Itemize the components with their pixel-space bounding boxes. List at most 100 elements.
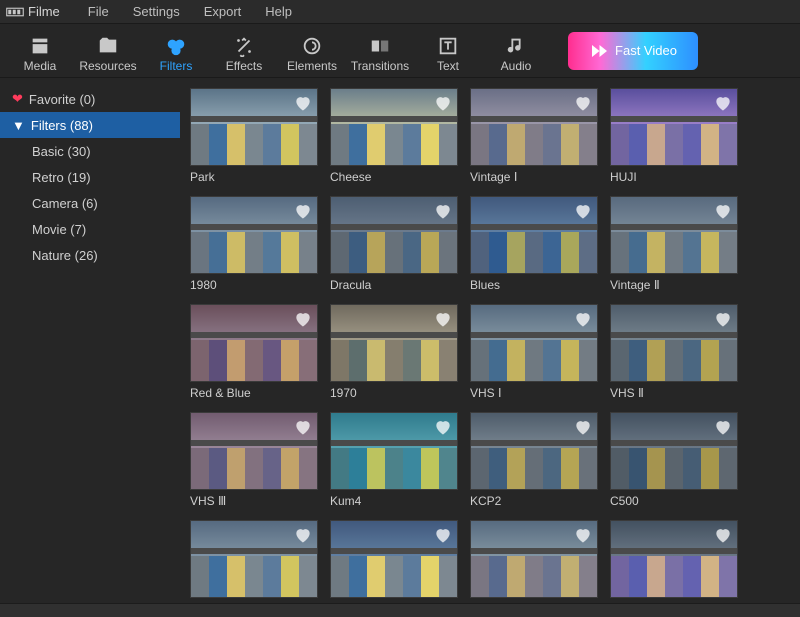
favorite-heart-icon[interactable] [713,417,733,437]
filter-card-cheese: Cheese [330,88,458,190]
favorite-heart-icon[interactable] [293,525,313,545]
filter-label [610,598,738,602]
favorite-heart-icon[interactable] [713,309,733,329]
filter-thumb[interactable] [330,412,458,490]
filter-thumb[interactable] [330,520,458,598]
sidebar-item-retro[interactable]: Retro (19) [0,164,180,190]
tab-effects[interactable]: Effects [210,23,278,77]
tab-media[interactable]: Media [6,23,74,77]
favorite-heart-icon[interactable] [433,201,453,221]
filter-thumb[interactable] [190,412,318,490]
favorite-heart-icon[interactable] [573,201,593,221]
filter-label: VHS Ⅱ [610,382,738,400]
filter-label: VHS Ⅲ [190,490,318,508]
menu-file[interactable]: File [76,2,121,21]
sidebar-item-movie[interactable]: Movie (7) [0,216,180,242]
tab-transitions[interactable]: Transitions [346,23,414,77]
filter-label: Vintage Ⅱ [610,274,738,292]
tab-filters[interactable]: Filters [142,23,210,77]
filter-label: KCP2 [470,490,598,508]
caret-down-icon: ▼ [12,118,25,133]
menu-settings[interactable]: Settings [121,2,192,21]
filter-thumb[interactable] [470,412,598,490]
favorite-heart-icon[interactable] [433,525,453,545]
filter-thumb[interactable] [470,520,598,598]
favorite-heart-icon[interactable] [433,417,453,437]
bottom-strip [0,603,800,617]
filter-thumb[interactable] [610,520,738,598]
favorite-heart-icon[interactable] [713,525,733,545]
filter-thumb[interactable] [190,196,318,274]
favorite-heart-icon[interactable] [713,201,733,221]
tab-resources[interactable]: Resources [74,23,142,77]
filter-label: Kum4 [330,490,458,508]
favorite-heart-icon[interactable] [573,93,593,113]
sidebar-filters-header[interactable]: ▼ Filters (88) [0,112,180,138]
tab-elements[interactable]: Elements [278,23,346,77]
tab-label: Filters [160,59,193,73]
filter-thumb[interactable] [330,196,458,274]
filter-label: HUJI [610,166,738,184]
filter-label: Vintage Ⅰ [470,166,598,184]
filter-thumb[interactable] [190,304,318,382]
sidebar-favorite-label: Favorite (0) [29,92,95,107]
filter-card-1970: 1970 [330,304,458,406]
filter-label: C500 [610,490,738,508]
filter-thumb[interactable] [330,304,458,382]
filter-thumb[interactable] [610,304,738,382]
filter-card-extra2 [330,520,458,603]
filter-thumb[interactable] [470,196,598,274]
tab-label: Media [24,59,57,73]
favorite-heart-icon[interactable] [573,525,593,545]
transitions-icon [369,35,391,57]
filter-label [190,598,318,602]
filter-card-1980: 1980 [190,196,318,298]
sidebar-item-basic[interactable]: Basic (30) [0,138,180,164]
audio-icon [505,35,527,57]
favorite-heart-icon[interactable] [573,309,593,329]
favorite-heart-icon[interactable] [293,309,313,329]
filter-thumb[interactable] [610,196,738,274]
filter-card-vhs2: VHS Ⅱ [610,304,738,406]
favorite-heart-icon[interactable] [293,417,313,437]
tab-label: Text [437,59,459,73]
filter-thumb[interactable] [470,88,598,166]
tab-audio[interactable]: Audio [482,23,550,77]
favorite-heart-icon[interactable] [573,417,593,437]
menu-export[interactable]: Export [192,2,254,21]
filters-grid: ParkCheeseVintage ⅠHUJI1980DraculaBluesV… [180,78,800,603]
filter-thumb[interactable] [190,88,318,166]
fast-video-button[interactable]: Fast Video [568,32,698,70]
sidebar-filters-label: Filters (88) [31,118,93,133]
sidebar-item-camera[interactable]: Camera (6) [0,190,180,216]
tab-label: Elements [287,59,337,73]
filter-thumb[interactable] [610,88,738,166]
text-icon [437,35,459,57]
heart-icon: ❤ [12,91,23,107]
filter-thumb[interactable] [190,520,318,598]
app-name: Filme [28,4,60,19]
app-logo: Filme [6,4,60,19]
sidebar-item-nature[interactable]: Nature (26) [0,242,180,268]
tab-text[interactable]: Text [414,23,482,77]
filter-label: VHS Ⅰ [470,382,598,400]
menu-bar: Filme FileSettingsExportHelp [0,0,800,24]
sidebar-favorite[interactable]: ❤ Favorite (0) [0,86,180,112]
filter-card-vhs3: VHS Ⅲ [190,412,318,514]
filter-thumb[interactable] [330,88,458,166]
menu-help[interactable]: Help [253,2,304,21]
favorite-heart-icon[interactable] [713,93,733,113]
filter-thumb[interactable] [610,412,738,490]
filter-thumb[interactable] [470,304,598,382]
filter-card-huji: HUJI [610,88,738,190]
favorite-heart-icon[interactable] [433,309,453,329]
filter-label [330,598,458,602]
filter-card-blues: Blues [470,196,598,298]
favorite-heart-icon[interactable] [293,93,313,113]
favorite-heart-icon[interactable] [293,201,313,221]
favorite-heart-icon[interactable] [433,93,453,113]
tab-label: Audio [501,59,532,73]
filter-label: Blues [470,274,598,292]
filter-card-extra1 [190,520,318,603]
filter-card-kum4: Kum4 [330,412,458,514]
